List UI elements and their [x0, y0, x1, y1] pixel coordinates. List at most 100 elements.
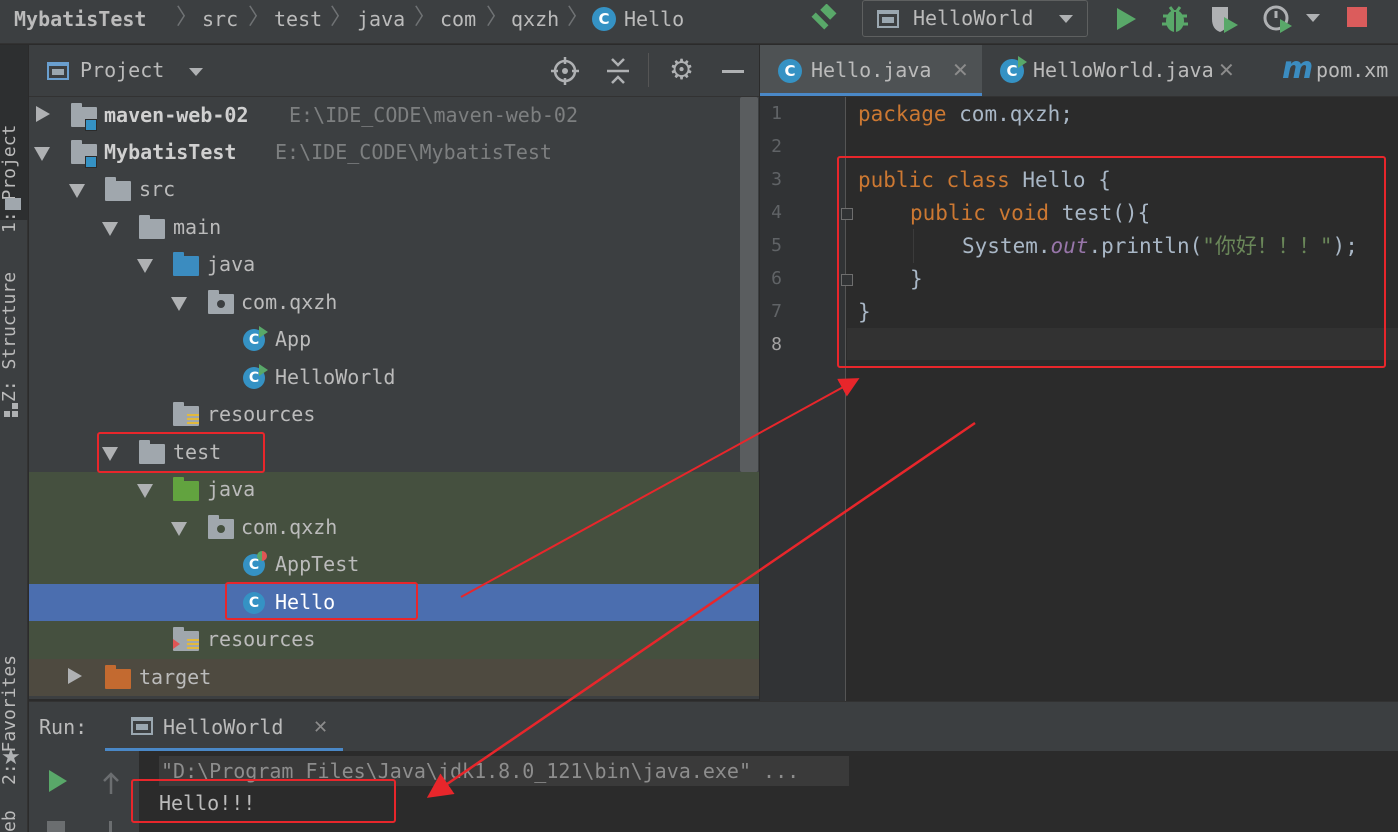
tool-tab-web[interactable]: eb: [0, 810, 20, 832]
locate-target-icon[interactable]: [551, 57, 579, 85]
code-line-5: System.out.println("你好！！！");: [962, 234, 1358, 258]
tree-row[interactable]: MybatisTest E:\IDE_CODE\MybatisTest: [29, 134, 759, 171]
collapse-all-icon[interactable]: [605, 57, 631, 85]
fold-marker-icon[interactable]: [841, 274, 853, 286]
line-number-current: 8: [771, 334, 782, 355]
tree-row[interactable]: com.qxzh: [29, 284, 759, 321]
run-icon[interactable]: [1114, 6, 1138, 32]
chevron-down-icon[interactable]: [1306, 14, 1320, 22]
breadcrumb-item-qxzh[interactable]: qxzh: [511, 5, 559, 33]
run-tab-label: HelloWorld: [163, 715, 284, 739]
tool-tab-structure[interactable]: Z: Structure: [0, 272, 20, 402]
tree-row[interactable]: maven-web-02 E:\IDE_CODE\maven-web-02: [29, 97, 759, 134]
project-panel-header: Project ⚙: [29, 45, 759, 97]
tree-node-label: maven-web-02: [104, 103, 249, 127]
chevron-down-icon[interactable]: [137, 484, 153, 498]
editor-tab-bar: C Hello.java ✕ C HelloWorld.java ✕ m pom…: [760, 45, 1398, 97]
breadcrumb-item-hello[interactable]: Hello: [624, 5, 684, 33]
chevron-down-icon[interactable]: [34, 147, 50, 161]
tree-row[interactable]: C App: [29, 321, 759, 358]
chevron-down-icon[interactable]: [102, 222, 118, 236]
tree-row[interactable]: C AppTest: [29, 546, 759, 583]
project-panel-title[interactable]: Project: [80, 57, 164, 83]
tab-label: pom.xm: [1316, 58, 1389, 82]
run-panel-label: Run:: [39, 715, 88, 739]
stop-icon[interactable]: [1347, 7, 1367, 27]
chevron-right-icon[interactable]: [68, 668, 82, 684]
toolbar-divider: [648, 53, 649, 87]
line-number: 4: [771, 202, 782, 223]
tree-row[interactable]: resources: [29, 621, 759, 658]
tree-node-label: java: [207, 252, 256, 276]
tree-row[interactable]: src: [29, 171, 759, 208]
chevron-down-icon[interactable]: [171, 522, 187, 536]
tree-scrollbar-thumb[interactable]: [740, 97, 758, 472]
build-hammer-icon[interactable]: [808, 4, 840, 34]
fold-marker-icon[interactable]: [841, 208, 853, 220]
folder-icon: [139, 215, 165, 239]
stop-icon[interactable]: [47, 821, 65, 832]
structure-icon: [4, 411, 10, 417]
chevron-down-icon[interactable]: [137, 259, 153, 273]
tab-helloworld-java[interactable]: C HelloWorld.java ✕: [982, 45, 1244, 96]
gear-icon[interactable]: ⚙: [669, 53, 694, 87]
code-line-3: public class Hello {: [858, 168, 1111, 192]
tab-label: Hello.java: [811, 58, 932, 82]
project-tree: maven-web-02 E:\IDE_CODE\maven-web-02 My…: [29, 97, 759, 699]
debug-icon[interactable]: [1160, 4, 1190, 34]
folder-icon: [105, 177, 131, 201]
run-panel-toolbar: [29, 751, 139, 832]
class-icon: C: [592, 7, 616, 31]
breadcrumb-item-test[interactable]: test: [274, 5, 322, 33]
breadcrumb-item-java[interactable]: java: [357, 5, 405, 33]
chevron-down-icon[interactable]: [102, 447, 118, 461]
runnable-class-icon: C: [1000, 56, 1027, 83]
tree-row[interactable]: com.qxzh: [29, 509, 759, 546]
runnable-class-icon: C: [243, 326, 268, 351]
tree-row-selected[interactable]: C Hello: [29, 584, 759, 621]
source-folder-icon: [173, 252, 199, 276]
close-icon[interactable]: ✕: [952, 57, 969, 83]
tree-row[interactable]: target: [29, 659, 759, 696]
class-icon: C: [778, 59, 802, 83]
run-tab-helloworld[interactable]: HelloWorld ✕: [105, 702, 343, 752]
tree-row[interactable]: C HelloWorld: [29, 359, 759, 396]
tab-pom-xml[interactable]: m pom.xm: [1244, 45, 1398, 96]
close-icon[interactable]: ✕: [1218, 57, 1235, 83]
profiler-icon[interactable]: [1262, 3, 1296, 35]
arrow-up-icon[interactable]: [101, 771, 121, 795]
package-icon: [208, 290, 234, 314]
chevron-down-icon[interactable]: [171, 297, 187, 311]
tree-row[interactable]: java: [29, 246, 759, 283]
run-configuration-selector[interactable]: HelloWorld: [862, 0, 1088, 37]
code-line-4: public void test(){: [910, 201, 1151, 225]
chevron-down-icon[interactable]: [69, 184, 85, 198]
test-resources-marker: [173, 639, 180, 649]
left-tool-window-strip: 1: Project Z: Structure 2: Favorites ★ e…: [0, 45, 28, 832]
run-with-coverage-icon[interactable]: [1208, 3, 1242, 35]
arrow-down-icon[interactable]: [109, 821, 112, 832]
navigation-bar: MybatisTest 〉 src 〉 test 〉 java 〉 com 〉 …: [0, 0, 1398, 44]
module-folder-icon: [71, 103, 97, 131]
chevron-right-icon[interactable]: [36, 106, 50, 122]
tree-row[interactable]: main: [29, 209, 759, 246]
tree-row[interactable]: test: [29, 434, 759, 471]
tree-row[interactable]: resources: [29, 396, 759, 433]
line-number: 3: [771, 169, 782, 190]
breadcrumb-item-com[interactable]: com: [440, 5, 476, 33]
hide-panel-icon[interactable]: [722, 70, 744, 73]
breadcrumb-item-src[interactable]: src: [202, 5, 238, 33]
close-icon[interactable]: ✕: [313, 716, 328, 740]
tree-node-label: AppTest: [275, 552, 360, 576]
tool-tab-project[interactable]: 1: Project: [0, 125, 20, 233]
code-editor[interactable]: package com.qxzh; public class Hello { p…: [841, 97, 1398, 701]
chevron-down-icon[interactable]: [189, 68, 203, 76]
application-window-icon: [131, 717, 153, 735]
test-source-folder-icon: [173, 477, 199, 501]
console-output[interactable]: "D:\Program Files\Java\jdk1.8.0_121\bin\…: [139, 751, 1398, 832]
tree-row[interactable]: java: [29, 471, 759, 508]
tab-hello-java[interactable]: C Hello.java ✕: [760, 45, 982, 96]
breadcrumb-item-project[interactable]: MybatisTest: [14, 5, 146, 33]
rerun-icon[interactable]: [47, 769, 69, 793]
code-line-7: }: [858, 300, 871, 324]
